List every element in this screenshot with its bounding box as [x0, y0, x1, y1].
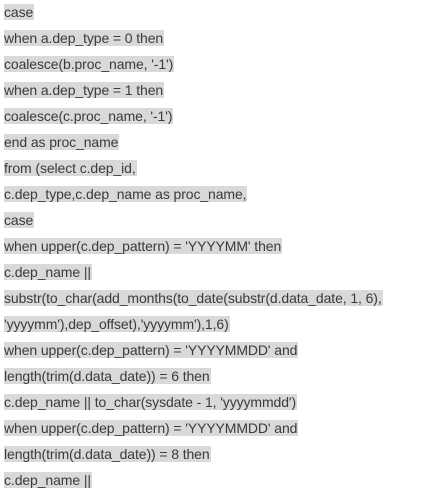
code-text: length(trim(d.data_date)) = 6 then [4, 368, 211, 384]
code-text: when upper(c.dep_pattern) = 'YYYYMMDD' a… [4, 342, 299, 358]
code-line: length(trim(d.data_date)) = 8 then [4, 445, 211, 464]
code-line: when a.dep_type = 1 then [4, 81, 165, 100]
code-text: when a.dep_type = 1 then [4, 82, 165, 98]
code-text: substr(to_char(add_months(to_date(substr… [4, 290, 383, 306]
code-text: coalesce(b.proc_name, '-1') [4, 56, 175, 72]
code-text: case [4, 4, 35, 20]
code-text: when upper(c.dep_pattern) = 'YYYYMM' the… [4, 238, 283, 254]
code-line: when upper(c.dep_pattern) = 'YYYYMMDD' a… [4, 341, 299, 360]
code-line: c.dep_name || to_char(sysdate - 1, 'yyyy… [4, 393, 298, 412]
code-text: c.dep_name || [4, 472, 92, 488]
code-text: c.dep_type,c.dep_name as proc_name, [4, 186, 248, 202]
code-text: from (select c.dep_id, [4, 160, 137, 176]
code-line: c.dep_name || [4, 471, 92, 490]
code-line: length(trim(d.data_date)) = 6 then [4, 367, 211, 386]
code-line: case [4, 211, 35, 230]
code-line: substr(to_char(add_months(to_date(substr… [4, 289, 383, 308]
code-text: when upper(c.dep_pattern) = 'YYYYMMDD' a… [4, 420, 299, 436]
code-text: c.dep_name || [4, 264, 92, 280]
code-text: case [4, 212, 35, 228]
code-line: from (select c.dep_id, [4, 159, 137, 178]
code-text: end as proc_name [4, 134, 120, 150]
code-text: coalesce(c.proc_name, '-1') [4, 108, 174, 124]
code-line: when upper(c.dep_pattern) = 'YYYYMMDD' a… [4, 419, 299, 438]
code-text: length(trim(d.data_date)) = 8 then [4, 446, 211, 462]
code-line: c.dep_name || [4, 263, 92, 282]
code-text: 'yyyymm'),dep_offset),'yyyymm'),1,6) [4, 316, 230, 332]
code-line: coalesce(b.proc_name, '-1') [4, 55, 175, 74]
code-text: c.dep_name || to_char(sysdate - 1, 'yyyy… [4, 394, 298, 410]
code-line: end as proc_name [4, 133, 120, 152]
code-line: when a.dep_type = 0 then [4, 29, 165, 48]
code-line: when upper(c.dep_pattern) = 'YYYYMM' the… [4, 237, 283, 256]
code-line: case [4, 3, 35, 22]
code-text: when a.dep_type = 0 then [4, 30, 165, 46]
code-line: coalesce(c.proc_name, '-1') [4, 107, 174, 126]
code-line: 'yyyymm'),dep_offset),'yyyymm'),1,6) [4, 315, 230, 334]
code-document: case when a.dep_type = 0 then coalesce(b… [0, 0, 429, 494]
code-line: c.dep_type,c.dep_name as proc_name, [4, 185, 248, 204]
